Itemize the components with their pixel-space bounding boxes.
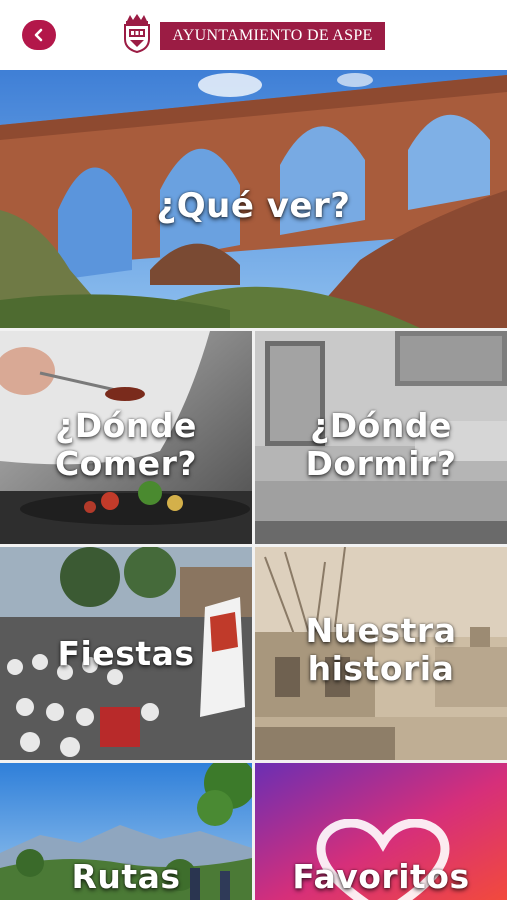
tile-que-ver-label: ¿Qué ver? [156, 186, 351, 226]
tile-donde-dormir[interactable]: ¿Dónde Dormir? [255, 331, 507, 544]
tile-fiestas[interactable]: Fiestas [0, 547, 252, 760]
historia-line2: historia [307, 648, 455, 688]
aspe-crest-icon [124, 14, 150, 53]
tile-donde-dormir-label: ¿Dónde Dormir? [305, 405, 457, 483]
tile-fiestas-label: Fiestas [57, 633, 195, 673]
donde-dormir-line1: ¿Dónde [310, 405, 452, 445]
tile-favoritos-label: Favoritos [292, 857, 470, 896]
tile-nuestra-historia[interactable]: Nuestra historia [255, 547, 507, 760]
chevron-left-icon [34, 28, 43, 42]
donde-comer-line2: Comer? [54, 443, 198, 483]
brand-title: AYUNTAMIENTO DE ASPE [160, 22, 385, 50]
historia-line1: Nuestra [305, 610, 457, 650]
tile-favoritos[interactable]: Favoritos [255, 763, 507, 900]
donde-dormir-line2: Dormir? [305, 443, 457, 483]
tile-nuestra-historia-label: Nuestra historia [305, 610, 457, 688]
tile-rutas-label: Rutas [71, 857, 181, 896]
tile-rutas[interactable]: Rutas [0, 763, 252, 900]
app-header: AYUNTAMIENTO DE ASPE [0, 0, 507, 71]
donde-comer-line1: ¿Dónde [55, 405, 197, 445]
tile-donde-comer-label: ¿Dónde Comer? [54, 405, 198, 483]
tile-donde-comer[interactable]: ¿Dónde Comer? [0, 331, 252, 544]
app-screen: AYUNTAMIENTO DE ASPE ¿Qué ver? ¿Dónde Co… [0, 0, 507, 900]
back-button[interactable] [22, 20, 56, 50]
tile-que-ver[interactable]: ¿Qué ver? [0, 70, 507, 328]
